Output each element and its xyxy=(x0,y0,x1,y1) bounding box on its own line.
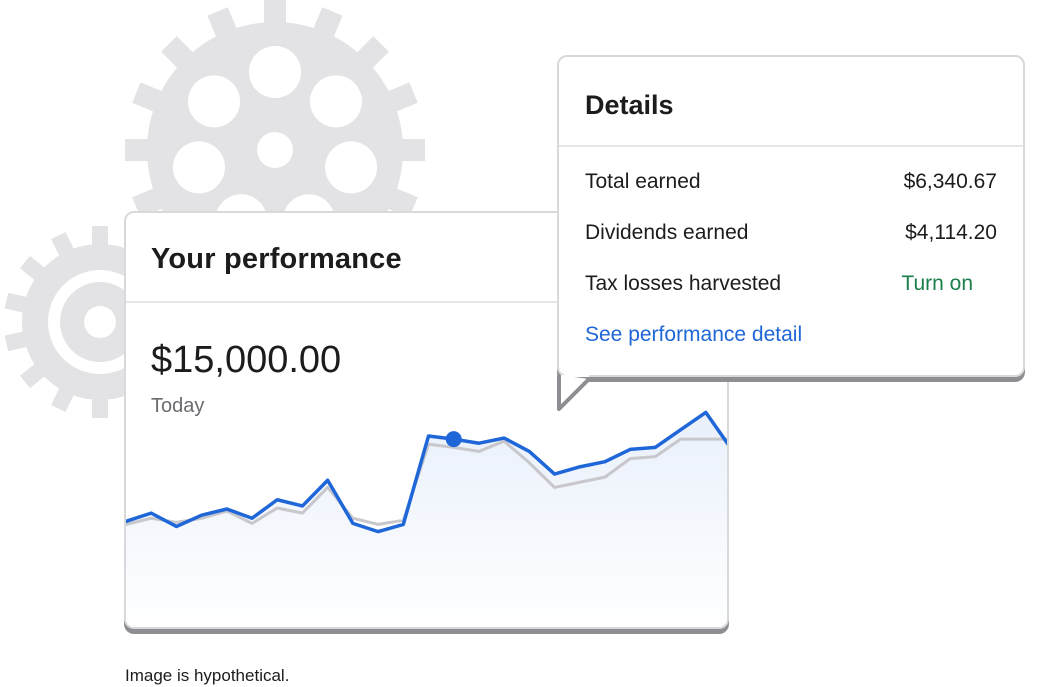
portfolio-value: $15,000.00 xyxy=(151,339,342,381)
detail-value: $4,114.20 xyxy=(905,221,997,244)
detail-value: $6,340.67 xyxy=(903,170,997,193)
chart-highlight-point[interactable] xyxy=(445,431,462,448)
details-card: Details Total earned $6,340.67 Dividends… xyxy=(557,55,1025,411)
gear-icon-large xyxy=(125,0,425,230)
details-pointer xyxy=(557,375,591,411)
detail-label: Dividends earned xyxy=(585,221,749,244)
see-performance-detail-link[interactable]: See performance detail xyxy=(585,323,802,347)
disclaimer-caption: Image is hypothetical. xyxy=(125,666,290,685)
detail-label: Tax losses harvested xyxy=(585,272,782,295)
detail-label: Total earned xyxy=(585,170,701,193)
details-title: Details xyxy=(559,57,1023,147)
gear-icon-small xyxy=(4,226,130,418)
turn-on-link[interactable]: Turn on xyxy=(901,272,973,296)
date-label: Today xyxy=(151,395,205,417)
